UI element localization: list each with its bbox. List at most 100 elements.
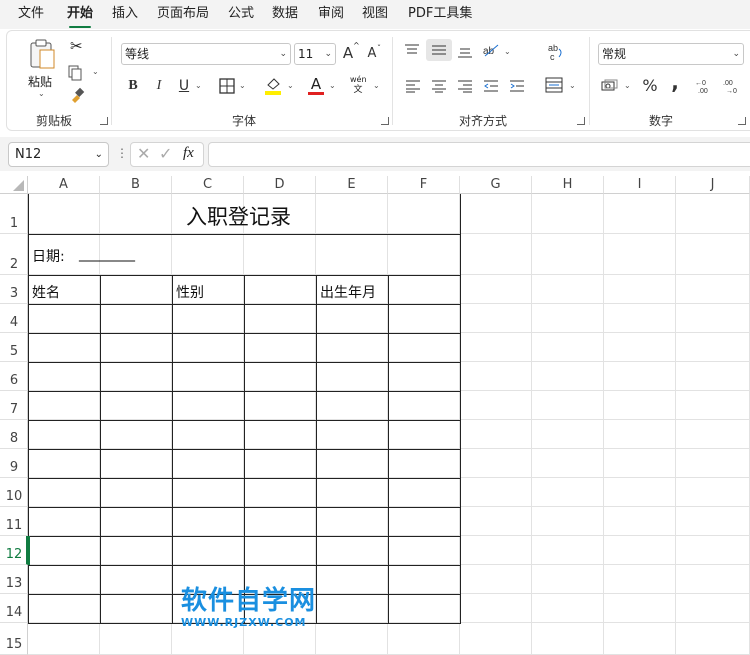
formula-input[interactable]: [208, 142, 750, 167]
phonetic-icon[interactable]: wén 文: [350, 75, 367, 97]
decrease-indent-icon[interactable]: [483, 79, 499, 93]
menu-review[interactable]: 审阅: [318, 6, 344, 24]
more-options-icon[interactable]: ⋮: [116, 146, 128, 160]
row-header-8[interactable]: 8: [0, 420, 28, 449]
divider: [589, 37, 590, 125]
select-all-corner[interactable]: [0, 176, 28, 194]
row-header-10[interactable]: 10: [0, 478, 28, 507]
clipboard-launcher-icon[interactable]: [100, 117, 108, 125]
column-header-h[interactable]: H: [532, 176, 604, 194]
increase-decimal-icon[interactable]: ←0.00: [695, 77, 715, 95]
align-middle-icon[interactable]: [426, 39, 452, 61]
currency-format-icon[interactable]: [600, 78, 620, 94]
menu-data[interactable]: 数据: [272, 6, 298, 24]
paste-dropdown-icon[interactable]: ⌄: [38, 89, 45, 98]
column-header-c[interactable]: C: [172, 176, 244, 194]
row-header-5[interactable]: 5: [0, 333, 28, 362]
row-header-9[interactable]: 9: [0, 449, 28, 478]
alignment-launcher-icon[interactable]: [577, 117, 585, 125]
menu-insert[interactable]: 插入: [112, 6, 138, 24]
svg-text:.00: .00: [723, 80, 733, 87]
column-header-e[interactable]: E: [316, 176, 388, 194]
orientation-dropdown-icon[interactable]: ⌄: [504, 47, 511, 56]
column-header-j[interactable]: J: [676, 176, 750, 194]
cut-icon[interactable]: ✂: [70, 37, 83, 55]
merge-dropdown-icon[interactable]: ⌄: [569, 81, 576, 90]
menu-view[interactable]: 视图: [362, 6, 388, 24]
row-header-12[interactable]: 12: [0, 536, 28, 565]
table-border: [460, 194, 461, 624]
number-launcher-icon[interactable]: [738, 117, 746, 125]
row-header-3[interactable]: 3: [0, 275, 28, 304]
comma-style-button[interactable]: ,: [669, 72, 681, 92]
divider: [111, 37, 112, 125]
increase-indent-icon[interactable]: [509, 79, 525, 93]
font-color-dropdown-icon[interactable]: ⌄: [329, 81, 336, 90]
column-header-g[interactable]: G: [460, 176, 532, 194]
watermark-logo: 软件自学网 WWW.RJZXW.COM: [181, 586, 317, 629]
row-header-11[interactable]: 11: [0, 507, 28, 536]
borders-icon[interactable]: [219, 78, 235, 94]
shrink-font-caret-icon: ˇ: [377, 44, 381, 53]
active-row-marker: [28, 536, 30, 565]
underline-dropdown-icon[interactable]: ⌄: [195, 81, 202, 90]
paste-label[interactable]: 粘贴: [28, 73, 52, 90]
bold-button[interactable]: B: [126, 76, 140, 96]
row-header-4[interactable]: 4: [0, 304, 28, 333]
row-header-7[interactable]: 7: [0, 391, 28, 420]
row-header-2[interactable]: 2: [0, 234, 28, 275]
worksheet-grid: ABCDEFGHIJ 1 2 3 4 5 6 7 8 9 10 11 12 13 14 15 入职登记录 日…: [0, 176, 750, 655]
column-header-i[interactable]: I: [604, 176, 676, 194]
percent-style-button[interactable]: %: [641, 76, 659, 96]
italic-button[interactable]: I: [152, 76, 166, 96]
borders-dropdown-icon[interactable]: ⌄: [239, 81, 246, 90]
ribbon: 粘贴 ⌄ ✂ ⌄ 剪贴板 等线 ⌄ 11 ⌄ A ^ A ˇ B I U ⌄ ⌄ ⌄…: [6, 30, 750, 131]
column-header-b[interactable]: B: [100, 176, 172, 194]
font-size-select[interactable]: 11 ⌄: [294, 43, 336, 65]
align-bottom-icon[interactable]: [457, 45, 473, 59]
decrease-decimal-icon[interactable]: .00 →0: [723, 77, 743, 95]
number-format-select[interactable]: 常规 ⌄: [598, 43, 744, 65]
copy-icon[interactable]: [68, 65, 82, 81]
table-border: [172, 275, 173, 624]
row-header-6[interactable]: 6: [0, 362, 28, 391]
menu-home[interactable]: 开始: [67, 6, 93, 28]
phonetic-dropdown-icon[interactable]: ⌄: [373, 81, 380, 90]
row-header-13[interactable]: 13: [0, 565, 28, 594]
font-color-icon[interactable]: A: [308, 75, 324, 95]
header-gender: 性别: [176, 285, 204, 301]
insert-function-button[interactable]: fx: [183, 145, 194, 162]
fill-color-icon[interactable]: [264, 75, 282, 95]
cancel-icon[interactable]: ✕: [137, 144, 150, 163]
name-box-dropdown-icon[interactable]: ⌄: [95, 143, 103, 166]
font-launcher-icon[interactable]: [381, 117, 389, 125]
fill-color-dropdown-icon[interactable]: ⌄: [287, 81, 294, 90]
menu-formulas[interactable]: 公式: [228, 6, 254, 24]
column-header-a[interactable]: A: [28, 176, 100, 194]
align-right-icon[interactable]: [457, 79, 473, 93]
font-name-select[interactable]: 等线 ⌄: [121, 43, 291, 65]
column-header-f[interactable]: F: [388, 176, 460, 194]
name-box[interactable]: N12 ⌄: [8, 142, 109, 167]
underline-button[interactable]: U: [177, 76, 191, 96]
row-header-15[interactable]: 15: [0, 623, 28, 655]
merge-center-icon[interactable]: [545, 77, 563, 93]
orientation-icon[interactable]: ab: [482, 42, 500, 58]
align-top-icon[interactable]: [404, 43, 420, 57]
currency-dropdown-icon[interactable]: ⌄: [624, 81, 631, 90]
enter-icon[interactable]: ✓: [159, 144, 172, 163]
align-left-icon[interactable]: [405, 79, 421, 93]
menu-page-layout[interactable]: 页面布局: [157, 6, 209, 24]
date-blank: ________: [79, 246, 135, 262]
paste-icon[interactable]: [27, 39, 57, 71]
format-painter-icon[interactable]: [69, 87, 85, 103]
menu-pdf-tools[interactable]: PDF工具集: [408, 6, 472, 24]
row-header-14[interactable]: 14: [0, 594, 28, 623]
copy-dropdown-icon[interactable]: ⌄: [92, 67, 99, 76]
table-border: [100, 275, 101, 624]
row-header-1[interactable]: 1: [0, 194, 28, 234]
wrap-text-icon[interactable]: ab c: [547, 42, 565, 62]
column-header-d[interactable]: D: [244, 176, 316, 194]
align-center-icon[interactable]: [431, 79, 447, 93]
menu-file[interactable]: 文件: [18, 6, 44, 24]
